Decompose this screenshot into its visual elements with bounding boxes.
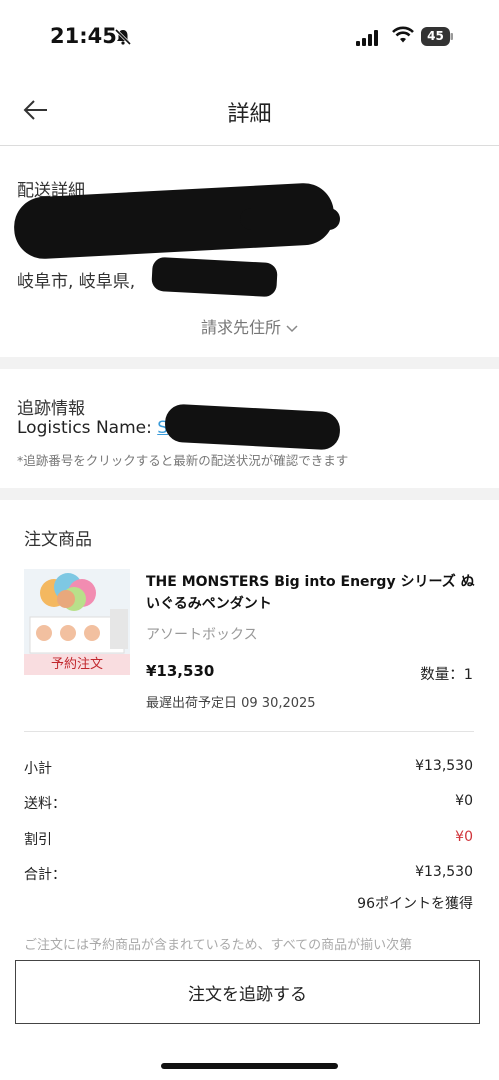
battery-icon: 45 — [421, 27, 453, 46]
status-time: 21:45 — [50, 24, 117, 48]
logistics-line: Logistics Name: S — [17, 418, 168, 438]
shipping-value: ¥0 — [455, 793, 473, 809]
billing-toggle-label: 請求先住所 — [200, 318, 281, 337]
summary-divider — [24, 731, 474, 732]
preorder-notice: ご注文には予約商品が含まれているため、すべての商品が揃い次第 — [24, 938, 413, 953]
section-gap — [0, 357, 499, 369]
order-section-title: 注文商品 — [24, 530, 92, 550]
section-gap — [0, 488, 499, 500]
wifi-icon — [392, 26, 414, 43]
product-quantity: 数量：1 — [420, 667, 473, 683]
preorder-badge: 予約注文 — [24, 654, 130, 675]
latest-ship-date: 最遅出荷予定日 09 30,2025 — [146, 696, 316, 711]
page-title: 詳細 — [227, 102, 272, 127]
redacted-address-extra — [240, 208, 340, 230]
shipping-label: 送料： — [24, 796, 66, 812]
header-divider — [0, 145, 499, 146]
chevron-down-icon — [286, 324, 298, 332]
redacted-postcode — [151, 256, 278, 298]
address-city-line: 岐阜市, 岐阜県, — [17, 272, 136, 292]
bell-slash-icon — [114, 28, 132, 46]
home-indicator[interactable] — [161, 1063, 338, 1069]
discount-label: 割引 — [24, 832, 52, 848]
billing-address-toggle[interactable]: 請求先住所 — [0, 314, 499, 338]
discount-value: ¥0 — [455, 829, 473, 845]
total-value: ¥13,530 — [415, 864, 473, 880]
points-earned: 96ポイントを獲得 — [357, 896, 473, 912]
subtotal-label: 小計 — [24, 761, 52, 777]
logistics-label: Logistics Name: — [17, 418, 152, 438]
total-label: 合計： — [24, 867, 66, 883]
tracking-note: *追跡番号をクリックすると最新の配送状況が確認できます — [17, 453, 349, 468]
product-variant: アソートボックス — [146, 627, 258, 643]
redacted-tracking-number — [164, 403, 341, 451]
battery-level: 45 — [427, 29, 444, 43]
subtotal-value: ¥13,530 — [415, 758, 473, 774]
tracking-section-title: 追跡情報 — [17, 399, 85, 419]
product-price: ¥13,530 — [146, 662, 215, 680]
track-order-button[interactable]: 注文を追跡する — [15, 960, 480, 1024]
cellular-signal-icon — [356, 30, 378, 46]
product-name[interactable]: THE MONSTERS Big into Energy シリーズ ぬいぐるみペ… — [146, 571, 476, 615]
